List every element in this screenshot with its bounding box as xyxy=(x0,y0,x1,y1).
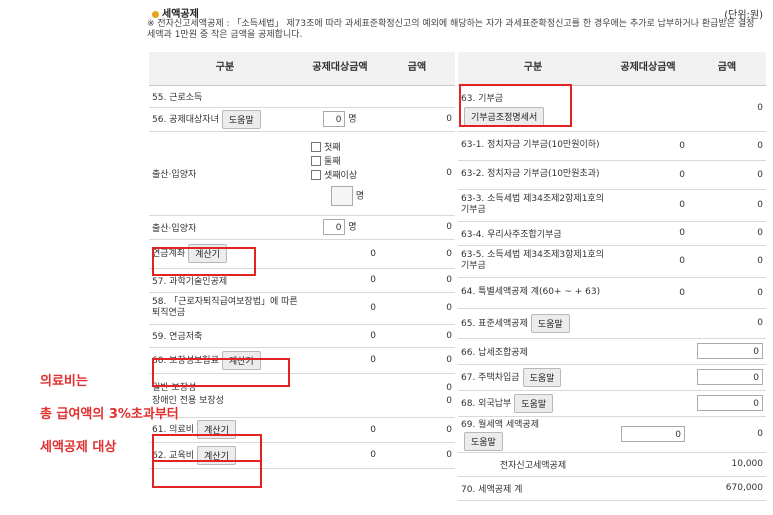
row-58-label: 58. 「근로자퇴직급여보장법」에 따른 퇴직연금 xyxy=(149,292,301,325)
children-count-input[interactable]: 0 xyxy=(323,111,346,127)
calc-button-60[interactable]: 계산기 xyxy=(221,350,261,370)
row-70-label: 70. 세액공제 계 xyxy=(458,476,608,501)
annotation-line1: 의료비는 xyxy=(40,374,88,389)
row-55-label: 55. 근로소득 xyxy=(149,85,301,108)
e-filing-label: 전자신고세액공제 xyxy=(458,452,608,477)
help-button-68[interactable]: 도움말 xyxy=(514,393,554,413)
help-button-69[interactable]: 도움말 xyxy=(464,432,503,451)
row-59-label: 59. 연금저축 xyxy=(149,324,301,348)
checkbox-first[interactable] xyxy=(311,142,321,152)
housing-loan-input[interactable]: 0 xyxy=(697,369,763,385)
checkbox-second[interactable] xyxy=(311,156,321,166)
birth2-count-input[interactable]: 0 xyxy=(323,219,346,235)
row-60-label: 60. 보장성보험료 계산기 xyxy=(149,347,301,374)
annotation-line3: 세액공제 대상 xyxy=(40,440,117,455)
donation-statement-button[interactable]: 기부금조정명세서 xyxy=(464,106,545,126)
help-button-56[interactable]: 도움말 xyxy=(221,109,261,129)
birth-label: 출산·입양자 xyxy=(149,131,301,216)
calc-button-62[interactable]: 계산기 xyxy=(197,445,236,465)
help-button-67[interactable]: 도움말 xyxy=(522,367,562,387)
checkbox-third[interactable] xyxy=(311,170,321,180)
annotation-line2: 총 급여액의 3%초과부터 xyxy=(40,407,179,422)
help-button-65[interactable]: 도움말 xyxy=(530,313,570,333)
birth-first-option[interactable]: 첫째 xyxy=(311,141,376,155)
general-insurance-label: 일반 보장성 xyxy=(152,383,197,393)
row-62-label: 62. 교육비 계산기 xyxy=(149,442,301,469)
pension-label: 연금계좌 계산기 xyxy=(149,239,301,269)
left-deduction-table: 구분 공제대상금액 금액 55. 근로소득 56. 공제대상자녀 도움말 0 명 … xyxy=(149,52,455,469)
calc-button-61[interactable]: 계산기 xyxy=(197,420,236,439)
birth-count-input[interactable] xyxy=(331,185,353,206)
row-57-label: 57. 과학기술인공제 xyxy=(149,268,301,293)
col-base: 공제대상금액 xyxy=(301,52,379,86)
birth-third-option[interactable]: 셋째이상 xyxy=(311,169,376,183)
calc-button-pension[interactable]: 계산기 xyxy=(188,244,227,263)
foreign-tax-input[interactable]: 0 xyxy=(697,395,763,411)
e-filing-note: ※ 전자신고세액공제 : 「소득세법」 제73조에 따라 과세표준확정신고의 예… xyxy=(147,19,755,40)
tax-union-input[interactable]: 0 xyxy=(697,343,763,359)
row-56-label: 56. 공제대상자녀 도움말 xyxy=(149,107,301,132)
birth-second-option[interactable]: 둘째 xyxy=(311,155,376,169)
row-63-label: 63. 기부금 기부금조정명세서 xyxy=(458,85,608,132)
section-title: 세액공제 xyxy=(152,5,199,20)
col-amount: 금액 xyxy=(379,52,455,86)
birth2-label: 출산·입양자 xyxy=(149,215,301,240)
bullet-icon xyxy=(152,10,159,18)
right-deduction-table: 구분 공제대상금액 금액 63. 기부금 기부금조정명세서 0 63-1. 정치자금 … xyxy=(458,52,766,501)
monthly-rent-input[interactable]: 0 xyxy=(621,426,685,442)
col-gubun: 구분 xyxy=(149,52,301,86)
